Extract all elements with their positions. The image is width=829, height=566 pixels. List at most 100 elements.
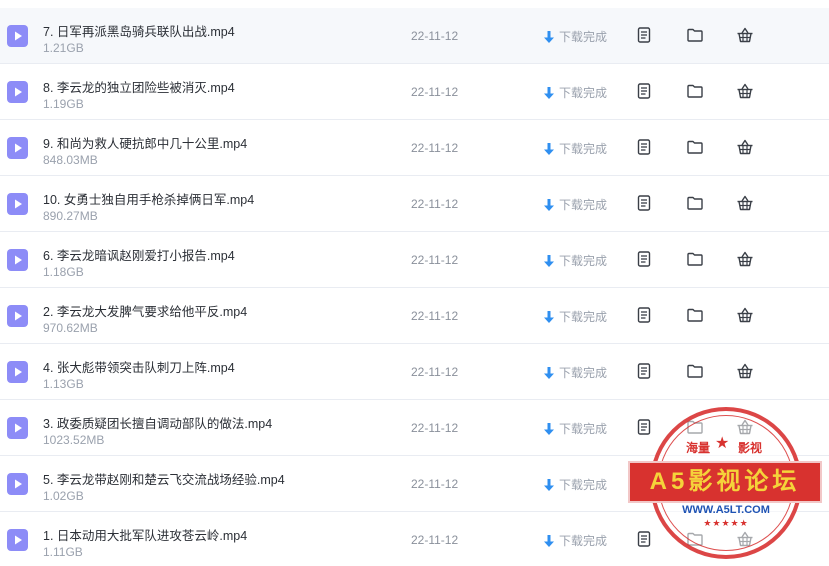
download-arrow-icon (543, 254, 555, 268)
play-file-icon (7, 137, 28, 159)
file-name[interactable]: 1. 日本动用大批军队进攻苍云岭.mp4 (43, 525, 247, 544)
basket-icon[interactable] (736, 250, 754, 268)
play-file-icon (7, 361, 28, 383)
status-label: 下载完成 (559, 534, 608, 548)
file-name[interactable]: 10. 女勇士独自用手枪杀掉俩日军.mp4 (43, 189, 254, 208)
folder-icon[interactable] (686, 250, 704, 268)
document-icon[interactable] (635, 26, 653, 44)
basket-icon[interactable] (736, 418, 754, 436)
folder-icon[interactable] (686, 26, 704, 44)
basket-icon[interactable] (736, 138, 754, 156)
file-size: 970.62MB (43, 321, 98, 335)
status-label: 下载完成 (559, 478, 608, 492)
status-label: 下载完成 (559, 86, 608, 100)
file-name[interactable]: 8. 李云龙的独立团险些被消灭.mp4 (43, 77, 235, 96)
file-name[interactable]: 2. 李云龙大发脾气要求给他平反.mp4 (43, 301, 247, 320)
file-size: 848.03MB (43, 153, 98, 167)
file-name[interactable]: 4. 张大彪带领突击队刺刀上阵.mp4 (43, 357, 235, 376)
basket-icon[interactable] (736, 362, 754, 380)
folder-icon[interactable] (686, 82, 704, 100)
basket-icon[interactable] (736, 194, 754, 212)
file-name[interactable]: 3. 政委质疑团长擅自调动部队的做法.mp4 (43, 413, 272, 432)
status-label: 下载完成 (559, 310, 608, 324)
file-name[interactable]: 9. 和尚为救人硬抗郎中几十公里.mp4 (43, 133, 247, 152)
list-item[interactable]: 3. 政委质疑团长擅自调动部队的做法.mp4 1023.52MB 22-11-1… (0, 400, 829, 456)
document-icon[interactable] (635, 82, 653, 100)
document-icon[interactable] (635, 138, 653, 156)
file-size: 1.18GB (43, 265, 84, 279)
list-item[interactable]: 1. 日本动用大批军队进攻苍云岭.mp4 1.11GB 22-11-12 下载完… (0, 512, 829, 566)
basket-icon[interactable] (736, 530, 754, 548)
basket-icon[interactable] (736, 82, 754, 100)
file-date: 22-11-12 (411, 253, 459, 267)
download-arrow-icon (543, 198, 555, 212)
status-label: 下载完成 (559, 198, 608, 212)
file-name[interactable]: 7. 日军再派黑岛骑兵联队出战.mp4 (43, 21, 235, 40)
file-size: 1.02GB (43, 489, 84, 503)
file-date: 22-11-12 (411, 421, 459, 435)
folder-icon[interactable] (686, 474, 704, 492)
file-list: 7. 日军再派黑岛骑兵联队出战.mp4 1.21GB 22-11-12 下载完成… (0, 0, 829, 566)
download-arrow-icon (543, 366, 555, 380)
document-icon[interactable] (635, 362, 653, 380)
document-icon[interactable] (635, 250, 653, 268)
download-status: 下载完成 (543, 532, 607, 549)
file-date: 22-11-12 (411, 197, 459, 211)
basket-icon[interactable] (736, 306, 754, 324)
download-status: 下载完成 (543, 252, 607, 269)
status-label: 下载完成 (559, 366, 608, 380)
list-item[interactable]: 8. 李云龙的独立团险些被消灭.mp4 1.19GB 22-11-12 下载完成 (0, 64, 829, 120)
file-size: 1023.52MB (43, 433, 105, 447)
play-file-icon (7, 305, 28, 327)
file-date: 22-11-12 (411, 309, 459, 323)
play-file-icon (7, 473, 28, 495)
download-arrow-icon (543, 310, 555, 324)
file-date: 22-11-12 (411, 141, 459, 155)
play-file-icon (7, 25, 28, 47)
file-name[interactable]: 6. 李云龙暗讽赵刚爱打小报告.mp4 (43, 245, 235, 264)
list-item[interactable]: 9. 和尚为救人硬抗郎中几十公里.mp4 848.03MB 22-11-12 下… (0, 120, 829, 176)
document-icon[interactable] (635, 530, 653, 548)
play-file-icon (7, 249, 28, 271)
list-item[interactable]: 2. 李云龙大发脾气要求给他平反.mp4 970.62MB 22-11-12 下… (0, 288, 829, 344)
play-file-icon (7, 529, 28, 551)
list-item[interactable]: 5. 李云龙带赵刚和楚云飞交流战场经验.mp4 1.02GB 22-11-12 … (0, 456, 829, 512)
file-size: 1.21GB (43, 41, 84, 55)
download-status: 下载完成 (543, 196, 607, 213)
play-file-icon (7, 417, 28, 439)
download-status: 下载完成 (543, 84, 607, 101)
basket-icon[interactable] (736, 474, 754, 492)
list-item[interactable]: 10. 女勇士独自用手枪杀掉俩日军.mp4 890.27MB 22-11-12 … (0, 176, 829, 232)
document-icon[interactable] (635, 194, 653, 212)
list-item[interactable]: 6. 李云龙暗讽赵刚爱打小报告.mp4 1.18GB 22-11-12 下载完成 (0, 232, 829, 288)
file-size: 1.19GB (43, 97, 84, 111)
file-date: 22-11-12 (411, 533, 459, 547)
folder-icon[interactable] (686, 362, 704, 380)
document-icon[interactable] (635, 474, 653, 492)
file-name[interactable]: 5. 李云龙带赵刚和楚云飞交流战场经验.mp4 (43, 469, 285, 488)
folder-icon[interactable] (686, 138, 704, 156)
play-file-icon (7, 193, 28, 215)
status-label: 下载完成 (559, 30, 608, 44)
basket-icon[interactable] (736, 26, 754, 44)
file-date: 22-11-12 (411, 85, 459, 99)
status-label: 下载完成 (559, 422, 608, 436)
list-item[interactable]: 7. 日军再派黑岛骑兵联队出战.mp4 1.21GB 22-11-12 下载完成 (0, 8, 829, 64)
file-size: 890.27MB (43, 209, 98, 223)
document-icon[interactable] (635, 306, 653, 324)
download-arrow-icon (543, 478, 555, 492)
download-arrow-icon (543, 86, 555, 100)
download-arrow-icon (543, 534, 555, 548)
download-status: 下载完成 (543, 364, 607, 381)
download-status: 下载完成 (543, 140, 607, 157)
file-date: 22-11-12 (411, 477, 459, 491)
folder-icon[interactable] (686, 418, 704, 436)
folder-icon[interactable] (686, 306, 704, 324)
document-icon[interactable] (635, 418, 653, 436)
status-label: 下载完成 (559, 254, 608, 268)
folder-icon[interactable] (686, 530, 704, 548)
folder-icon[interactable] (686, 194, 704, 212)
file-date: 22-11-12 (411, 365, 459, 379)
download-status: 下载完成 (543, 420, 607, 437)
list-item[interactable]: 4. 张大彪带领突击队刺刀上阵.mp4 1.13GB 22-11-12 下载完成 (0, 344, 829, 400)
